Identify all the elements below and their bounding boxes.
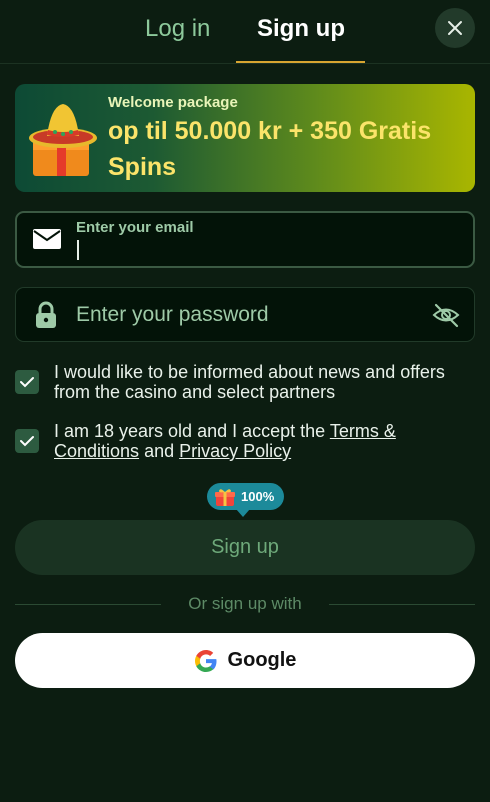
divider-right xyxy=(329,604,475,605)
privacy-policy-link[interactable]: Privacy Policy xyxy=(179,441,291,461)
checkmark-icon xyxy=(20,436,34,447)
newsletter-consent-text: I would like to be informed about news a… xyxy=(54,362,445,402)
sombrero-gift-icon xyxy=(29,104,97,176)
banner-kicker: Welcome package xyxy=(108,94,238,111)
bonus-badge: 100% xyxy=(207,483,284,510)
terms-text-before: I am 18 years old and I accept the xyxy=(54,421,330,441)
welcome-banner: Welcome package op til 50.000 kr + 350 G… xyxy=(15,84,475,192)
terms-text-middle: and xyxy=(139,441,180,461)
terms-checkbox[interactable] xyxy=(15,429,39,453)
badge-percent: 100% xyxy=(241,489,275,504)
signup-submit-button[interactable]: Sign up xyxy=(15,520,475,575)
newsletter-checkbox[interactable] xyxy=(15,370,39,394)
eye-off-icon[interactable] xyxy=(432,302,460,328)
google-signup-button[interactable]: Google xyxy=(15,633,475,688)
badge-pointer xyxy=(236,509,250,517)
active-tab-indicator xyxy=(236,61,365,63)
google-icon xyxy=(194,649,217,672)
close-button[interactable] xyxy=(435,8,475,48)
email-field[interactable]: Enter your email xyxy=(15,211,475,268)
tab-signup[interactable]: Sign up xyxy=(257,14,345,44)
mail-icon xyxy=(33,229,61,249)
banner-offer-amount: op til 50.000 kr + 350 Gratis Spins xyxy=(108,117,432,181)
text-caret xyxy=(77,240,79,260)
email-label: Enter your email xyxy=(76,219,194,236)
email-input[interactable] xyxy=(76,239,456,263)
lock-icon xyxy=(34,301,58,329)
tab-login[interactable]: Log in xyxy=(145,14,210,44)
gift-icon xyxy=(215,488,235,506)
divider-text: Or sign up with xyxy=(188,594,302,613)
terms-consent-text: I am 18 years old and I accept the Terms… xyxy=(54,421,464,461)
google-label: Google xyxy=(227,649,297,671)
close-icon xyxy=(448,21,462,35)
divider-left xyxy=(15,604,161,605)
password-input[interactable] xyxy=(76,300,416,330)
auth-header: Log in Sign up xyxy=(0,0,490,64)
password-field[interactable] xyxy=(15,287,475,342)
checkmark-icon xyxy=(20,377,34,388)
